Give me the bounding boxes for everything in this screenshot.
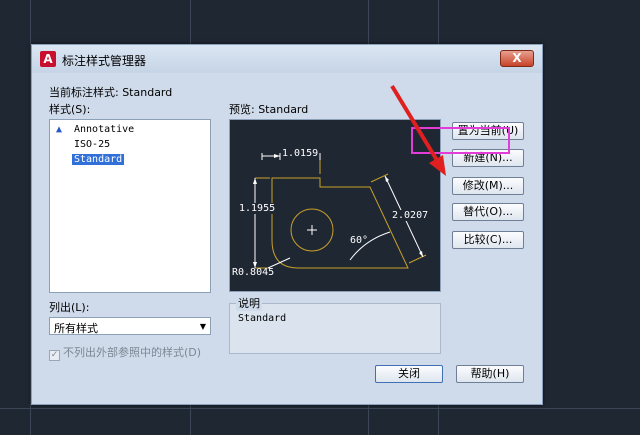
annotation-arrow-icon — [390, 84, 446, 176]
